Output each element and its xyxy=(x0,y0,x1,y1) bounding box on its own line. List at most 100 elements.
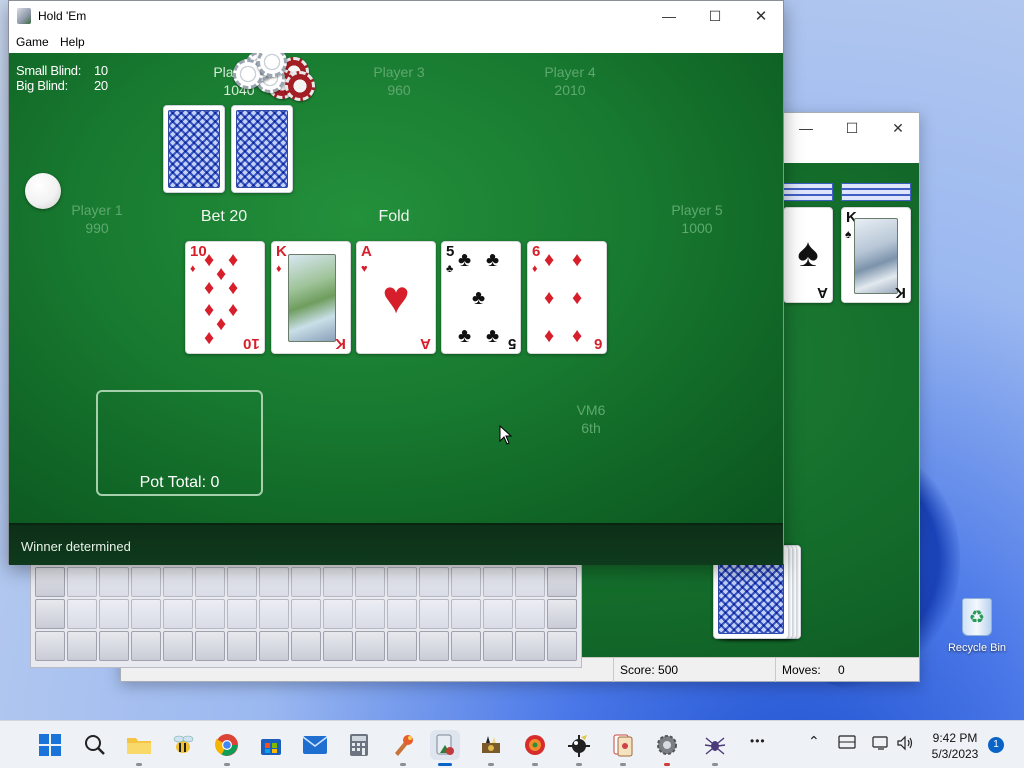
player-name: Player 3 xyxy=(373,64,425,80)
hold-em-icon[interactable] xyxy=(430,730,460,766)
chevron-up-icon[interactable]: ⌃ xyxy=(808,733,820,750)
minimize-button[interactable]: — xyxy=(646,1,692,31)
board-tile[interactable] xyxy=(195,599,225,629)
menu-game[interactable]: Game xyxy=(16,35,49,49)
board-tile[interactable] xyxy=(355,567,385,597)
window-titlebar[interactable]: Hold 'Em — ☐ ✕ xyxy=(9,1,783,31)
board-tile[interactable] xyxy=(259,631,289,661)
board-tile[interactable] xyxy=(131,631,161,661)
board-tile[interactable] xyxy=(67,631,97,661)
community-card: 5 ♣ ♣ ♣ ♣ ♣ ♣ 5 xyxy=(441,241,521,354)
board-tile[interactable] xyxy=(227,631,257,661)
board-tile[interactable] xyxy=(163,567,193,597)
board-tile[interactable] xyxy=(355,631,385,661)
board-tile[interactable] xyxy=(547,631,577,661)
chess-icon[interactable] xyxy=(476,730,506,766)
paint-icon[interactable] xyxy=(388,730,418,766)
board-tile[interactable] xyxy=(35,631,65,661)
maximize-button[interactable]: ☐ xyxy=(829,113,875,143)
chrome-icon[interactable] xyxy=(212,730,242,766)
board-tile[interactable] xyxy=(67,599,97,629)
mail-icon[interactable] xyxy=(300,730,330,760)
board-tile[interactable] xyxy=(163,599,193,629)
more-apps-button[interactable]: ••• xyxy=(750,734,766,748)
network-icon[interactable] xyxy=(872,735,890,755)
notification-badge[interactable]: 1 xyxy=(988,737,1004,753)
board-tile[interactable] xyxy=(227,567,257,597)
recycle-bin-shortcut[interactable]: ♻ Recycle Bin xyxy=(944,598,1010,654)
board-tile[interactable] xyxy=(227,599,257,629)
board-tile[interactable] xyxy=(483,567,513,597)
vm6-seat: VM6 6th xyxy=(541,401,641,437)
volume-icon[interactable] xyxy=(896,735,914,755)
small-blind-value: 10 xyxy=(94,63,108,78)
board-tile[interactable] xyxy=(163,631,193,661)
board-tile[interactable] xyxy=(195,631,225,661)
board-tile[interactable] xyxy=(195,567,225,597)
menu-help[interactable]: Help xyxy=(60,35,85,49)
board-tile[interactable] xyxy=(291,599,321,629)
board-tile[interactable] xyxy=(323,567,353,597)
big-blind-label: Big Blind: xyxy=(16,78,68,93)
board-tile[interactable] xyxy=(35,567,65,597)
bee-game-icon[interactable] xyxy=(168,730,198,760)
board-tile[interactable] xyxy=(67,567,97,597)
board-tile[interactable] xyxy=(515,631,545,661)
board-tile[interactable] xyxy=(35,599,65,629)
club-icon: ♣ xyxy=(458,325,472,347)
small-blind-label: Small Blind: xyxy=(16,63,82,78)
board-tile[interactable] xyxy=(387,567,417,597)
board-tile[interactable] xyxy=(547,567,577,597)
board-tile[interactable] xyxy=(451,631,481,661)
poker-table[interactable]: Small Blind: 10 Big Blind: 20 Player 2 1… xyxy=(9,53,783,523)
board-tile[interactable] xyxy=(451,567,481,597)
board-tile[interactable] xyxy=(387,599,417,629)
board-tile[interactable] xyxy=(323,631,353,661)
minesweeper-icon[interactable] xyxy=(564,730,594,766)
board-tile[interactable] xyxy=(419,567,449,597)
diamond-icon: ♦ xyxy=(572,325,583,347)
tableau-stack[interactable]: K ♠ K xyxy=(841,183,913,303)
board-tile[interactable] xyxy=(259,599,289,629)
touch-keyboard-icon[interactable] xyxy=(838,735,856,753)
board-tile[interactable] xyxy=(515,567,545,597)
board-tile[interactable] xyxy=(483,599,513,629)
board-tile[interactable] xyxy=(259,567,289,597)
tableau-stack[interactable]: ♠ A xyxy=(783,183,833,303)
system-clock[interactable]: 9:42 PM 5/3/2023 xyxy=(924,730,986,762)
game-icon[interactable] xyxy=(520,730,550,766)
store-icon[interactable] xyxy=(256,730,286,760)
board-tile[interactable] xyxy=(291,631,321,661)
board-tile[interactable] xyxy=(131,567,161,597)
board-tile[interactable] xyxy=(99,567,129,597)
board-tile[interactable] xyxy=(99,599,129,629)
board-tile[interactable] xyxy=(131,599,161,629)
board-tile[interactable] xyxy=(515,599,545,629)
minimize-button[interactable]: — xyxy=(783,113,829,143)
board-tile[interactable] xyxy=(387,631,417,661)
file-explorer-icon[interactable] xyxy=(124,730,154,766)
playing-card[interactable]: ♠ A xyxy=(783,207,833,303)
hold-em-window[interactable]: Hold 'Em — ☐ ✕ Game Help Small Blind: 10… xyxy=(8,0,784,565)
board-tile[interactable] xyxy=(291,567,321,597)
spider-icon[interactable] xyxy=(700,730,730,766)
solitaire-icon[interactable] xyxy=(608,730,638,766)
board-tile[interactable] xyxy=(547,599,577,629)
diamond-icon: ♦ xyxy=(204,277,215,299)
board-tile[interactable] xyxy=(451,599,481,629)
close-button[interactable]: ✕ xyxy=(738,1,784,31)
settings-icon[interactable] xyxy=(652,730,682,766)
board-tile[interactable] xyxy=(99,631,129,661)
start-icon[interactable] xyxy=(35,730,65,760)
maximize-button[interactable]: ☐ xyxy=(692,1,738,31)
board-tile[interactable] xyxy=(323,599,353,629)
board-tile[interactable] xyxy=(355,599,385,629)
board-tile[interactable] xyxy=(419,599,449,629)
board-tile[interactable] xyxy=(419,631,449,661)
search-icon[interactable] xyxy=(80,730,110,760)
close-button[interactable]: ✕ xyxy=(875,113,921,143)
playing-card[interactable]: K ♠ K xyxy=(841,207,911,303)
board-tile[interactable] xyxy=(483,631,513,661)
calculator-icon[interactable] xyxy=(344,730,374,760)
minesweeper-board[interactable] xyxy=(30,560,582,668)
